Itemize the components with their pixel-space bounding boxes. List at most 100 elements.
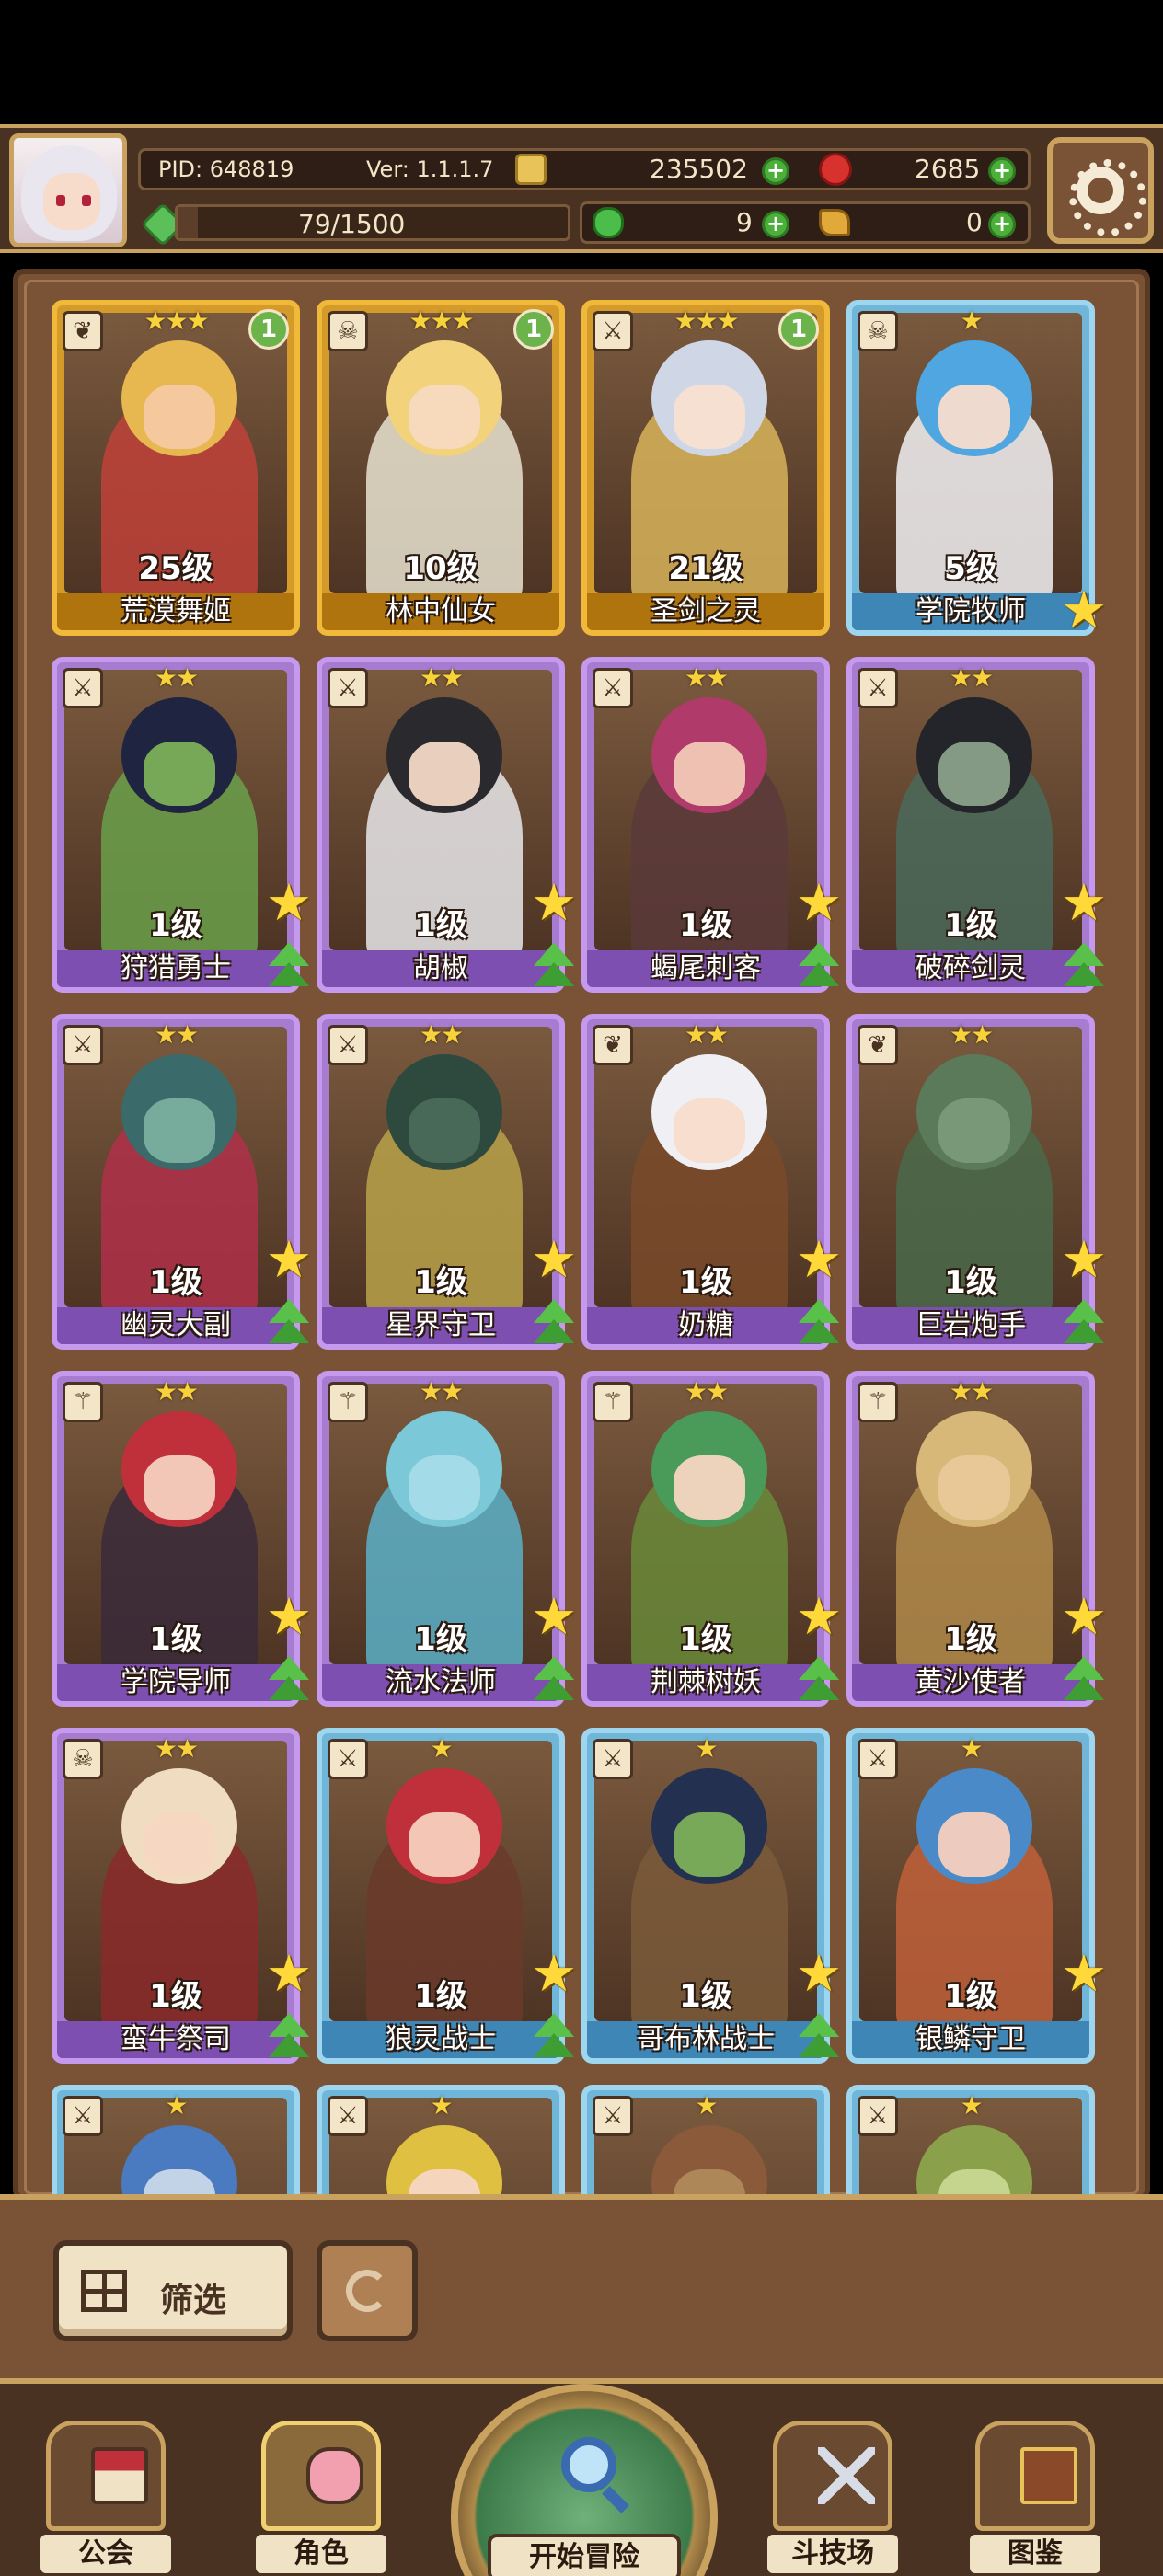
hero-card[interactable]: ⚔ ★★ 1级 蝎尾刺客 [582, 657, 830, 993]
settings-button[interactable] [1047, 137, 1154, 244]
star-upgrade-icon[interactable]: ★ [793, 1592, 845, 1643]
hero-name: 林中仙女 [322, 593, 559, 630]
star-upgrade-icon[interactable]: ★ [793, 878, 845, 929]
hero-card[interactable]: ⚔ ★★ 1级 星界守卫 [317, 1014, 565, 1350]
nav-roles[interactable]: 角色 [252, 2421, 390, 2576]
hero-card[interactable]: ⚔ ★ 1级 银鳞守卫 [846, 1728, 1095, 2064]
ruby-icon [819, 153, 852, 186]
level-up-arrow-icon[interactable] [1060, 1299, 1108, 1347]
star-upgrade-icon[interactable]: ★ [263, 878, 315, 929]
level-up-arrow-icon[interactable] [265, 1656, 313, 1704]
hero-name: 学院导师 [57, 1664, 294, 1701]
hero-name: 破碎剑灵 [852, 950, 1089, 987]
hero-portrait-face [409, 1812, 480, 1877]
level-up-arrow-icon[interactable] [265, 2013, 313, 2061]
hero-card[interactable]: ⚚ ★★ 1级 流水法师 [317, 1371, 565, 1707]
level-up-arrow-icon[interactable] [265, 942, 313, 990]
hero-name: 流水法师 [322, 1664, 559, 1701]
nav-codex[interactable]: 图鉴 [966, 2421, 1104, 2576]
hero-card[interactable]: ⚔ ★★ 1级 幽灵大副 [52, 1014, 300, 1350]
hero-card[interactable]: ☠ ★★ 1级 蛮牛祭司 [52, 1728, 300, 2064]
nav-adventure[interactable]: 开始冒险 [451, 2384, 718, 2576]
hero-portrait-face [938, 1098, 1010, 1163]
hero-level: 1级 [679, 1978, 732, 2015]
hero-card[interactable]: ⚔ ★ [317, 2085, 565, 2195]
star-upgrade-icon[interactable]: ★ [1058, 1592, 1110, 1643]
hero-card[interactable]: ⚔ ★ [582, 2085, 830, 2195]
hero-stars: ★★ [154, 1376, 199, 1407]
hero-stars: ★ [430, 1733, 453, 1764]
star-upgrade-icon[interactable]: ★ [1058, 1949, 1110, 2000]
level-up-arrow-icon[interactable] [530, 1299, 578, 1347]
hero-level: 1级 [679, 1621, 732, 1658]
level-up-arrow-icon[interactable] [530, 942, 578, 990]
hero-card[interactable]: ⚔ ★★★ 1 21级 圣剑之灵 [582, 300, 830, 636]
nav-guild[interactable]: 公会 [37, 2421, 175, 2576]
nav-adventure-label: 开始冒险 [488, 2534, 681, 2576]
hero-portrait-face [144, 1455, 215, 1520]
hero-card[interactable]: ❦ ★★ 1级 奶糖 [582, 1014, 830, 1350]
energy-bar-fill [178, 207, 199, 238]
hero-card[interactable]: ❦ ★★ 1级 巨岩炮手 [846, 1014, 1095, 1350]
hero-stars: ★★ [684, 662, 729, 693]
hero-card[interactable]: ⚔ ★ 1级 哥布林战士 [582, 1728, 830, 2064]
add-ruby-button[interactable]: + [988, 157, 1016, 185]
star-upgrade-icon[interactable]: ★ [1058, 878, 1110, 929]
star-upgrade-icon[interactable]: ★ [528, 1949, 580, 2000]
star-upgrade-icon[interactable]: ★ [528, 878, 580, 929]
hero-level: 1级 [679, 1264, 732, 1301]
filter-button[interactable]: 筛选 [53, 2240, 293, 2341]
nav-guild-frame [46, 2421, 166, 2531]
hero-level: 10级 [403, 550, 478, 587]
hero-level: 1级 [414, 1621, 467, 1658]
level-up-arrow-icon[interactable] [530, 2013, 578, 2061]
hero-card[interactable]: ⚚ ★★ 1级 学院导师 [52, 1371, 300, 1707]
hero-stars: ★ [960, 305, 983, 336]
nav-arena[interactable]: 斗技场 [764, 2421, 902, 2576]
hero-level: 1级 [944, 1621, 997, 1658]
star-upgrade-icon[interactable]: ★ [528, 1235, 580, 1286]
hero-card[interactable]: ⚔ ★★ 1级 破碎剑灵 [846, 657, 1095, 993]
hero-level: 1级 [944, 907, 997, 944]
level-up-arrow-icon[interactable] [795, 1299, 843, 1347]
level-up-arrow-icon[interactable] [795, 942, 843, 990]
add-scroll-button[interactable]: + [988, 211, 1016, 238]
level-up-arrow-icon[interactable] [1060, 1656, 1108, 1704]
level-up-arrow-icon[interactable] [530, 1656, 578, 1704]
star-upgrade-icon[interactable]: ★ [263, 1592, 315, 1643]
hero-card[interactable]: ⚔ ★ [52, 2085, 300, 2195]
hero-stars: ★ [695, 2090, 718, 2121]
star-upgrade-icon[interactable]: ★ [793, 1949, 845, 2000]
hero-card[interactable]: ☠ ★★★ 1 10级 林中仙女 [317, 300, 565, 636]
refresh-button[interactable] [317, 2240, 418, 2341]
level-up-arrow-icon[interactable] [795, 2013, 843, 2061]
star-upgrade-icon[interactable]: ★ [1058, 1235, 1110, 1286]
gold-coin-icon [515, 154, 547, 185]
items-strip [580, 201, 1031, 244]
hero-card[interactable]: ⚚ ★★ 1级 黄沙使者 [846, 1371, 1095, 1707]
hero-name: 狩猎勇士 [57, 950, 294, 987]
add-clover-button[interactable]: + [762, 211, 789, 238]
hero-card[interactable]: ❦ ★★★ 1 25级 荒漠舞姬 [52, 300, 300, 636]
hero-stars: ★★ [684, 1019, 729, 1050]
level-up-arrow-icon[interactable] [1060, 942, 1108, 990]
hero-card[interactable]: ⚔ ★★ 1级 狩猎勇士 [52, 657, 300, 993]
game-version: Ver: 1.1.1.7 [366, 156, 494, 182]
level-up-arrow-icon[interactable] [265, 1299, 313, 1347]
level-up-arrow-icon[interactable] [795, 1656, 843, 1704]
star-upgrade-icon[interactable]: ★ [263, 1949, 315, 2000]
hero-card[interactable]: ⚚ ★★ 1级 荆棘树妖 [582, 1371, 830, 1707]
hero-card[interactable]: ⚔ ★★ 1级 胡椒 [317, 657, 565, 993]
notification-badge: 1 [248, 309, 289, 350]
star-upgrade-icon[interactable]: ★ [1058, 585, 1110, 637]
hero-stars: ★ [165, 2090, 188, 2121]
hero-card[interactable]: ⚔ ★ 1级 狼灵战士 [317, 1728, 565, 2064]
character-face-icon [306, 2447, 363, 2504]
star-upgrade-icon[interactable]: ★ [528, 1592, 580, 1643]
star-upgrade-icon[interactable]: ★ [263, 1235, 315, 1286]
add-gold-button[interactable]: + [762, 157, 789, 185]
player-avatar[interactable] [9, 133, 127, 247]
hero-card[interactable]: ⚔ ★ [846, 2085, 1095, 2195]
hero-name: 蛮牛祭司 [57, 2021, 294, 2058]
star-upgrade-icon[interactable]: ★ [793, 1235, 845, 1286]
